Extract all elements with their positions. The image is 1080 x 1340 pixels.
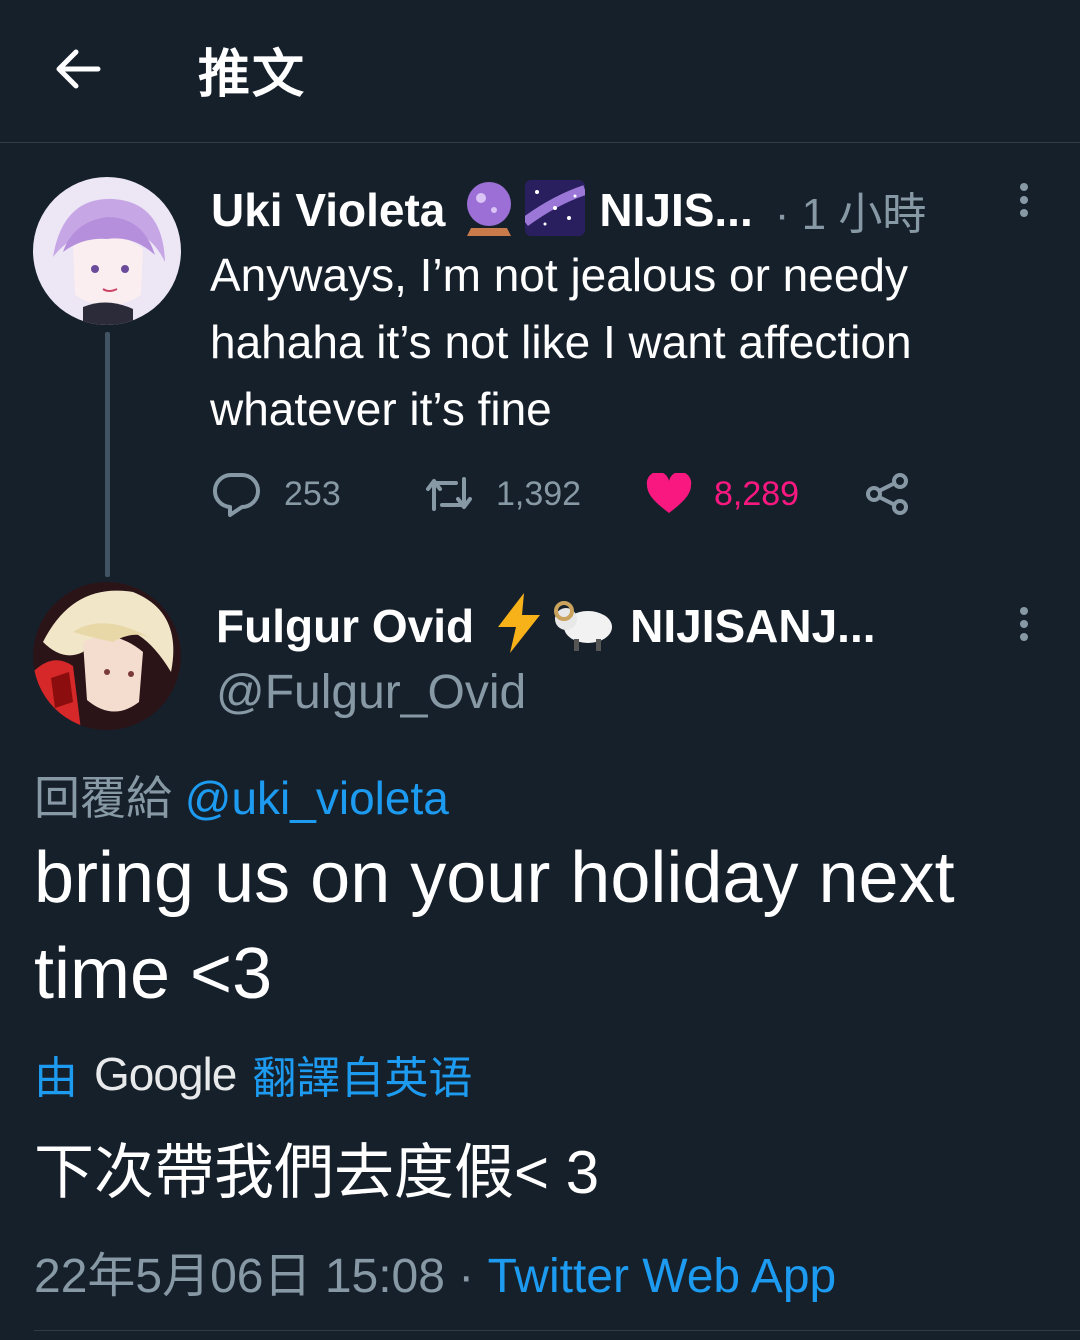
source-app-link[interactable]: Twitter Web App [488,1250,837,1303]
parent-display-name[interactable]: Uki Violeta [211,183,445,237]
avatar-fulgur-ovid[interactable] [33,582,181,730]
translated-text: 下次帶我們去度假< 3 [34,1139,600,1206]
translation-attribution: 由 Google 翻譯自英语 [34,1042,472,1106]
translation-source-link[interactable]: 翻譯自英语 [252,1042,472,1106]
milky-way-icon [522,179,587,241]
replying-to: 回覆給 @uki_violeta [34,762,449,828]
top-bar: 推文 [0,0,1080,143]
parent-tweet-actions: 253 1,392 8,289 [212,468,932,520]
reply-display-name[interactable]: Fulgur Ovid [216,599,474,653]
retweet-count: 1,392 [496,474,582,513]
reply-handle[interactable]: @Fulgur_Ovid [216,665,526,720]
reply-button[interactable]: 253 [212,471,424,517]
replying-to-handle-link[interactable]: @uki_violeta [185,772,449,824]
parent-tweet-text: Anyways, I’m not jealous or needy hahaha… [210,249,912,435]
share-icon [866,473,908,515]
reply-tweet-header: Fulgur Ovid NIJISANJ... [216,593,876,658]
parent-tweet-time[interactable]: · 1 小時 [775,178,927,242]
heart-icon [646,473,692,513]
share-button[interactable] [864,471,932,517]
reply-org-label: NIJISANJ... [630,599,876,652]
google-logo: Google [94,1048,237,1100]
page-title: 推文 [198,46,307,104]
thread-connector [105,332,110,577]
parent-tweet-header: Uki Violeta NIJIS... · 1 小時 [211,178,926,242]
reply-count: 253 [284,474,341,513]
crystal-ball-icon [463,180,515,241]
replying-to-label: 回覆給 [34,772,172,824]
reply-icon [213,472,260,517]
divider [34,1330,1080,1331]
tweet-date[interactable]: 22年5月06日 15:08 · [34,1250,474,1303]
like-button[interactable]: 8,289 [646,473,864,515]
tweet-metadata: 22年5月06日 15:08 · Twitter Web App [34,1236,836,1306]
ram-icon [552,593,614,658]
retweet-button[interactable]: 1,392 [424,471,646,517]
more-icon[interactable] [1004,178,1044,228]
translation-prefix: 由 [34,1054,78,1103]
like-count: 8,289 [714,474,800,513]
back-arrow-icon[interactable] [52,44,102,94]
parent-org-label: NIJIS... [599,184,753,236]
avatar-uki-violeta[interactable] [33,177,181,325]
lightning-icon [494,593,544,658]
retweet-icon [426,477,472,511]
more-icon[interactable] [1004,602,1044,652]
reply-tweet-text: bring us on your holiday next time <3 [34,838,955,1014]
